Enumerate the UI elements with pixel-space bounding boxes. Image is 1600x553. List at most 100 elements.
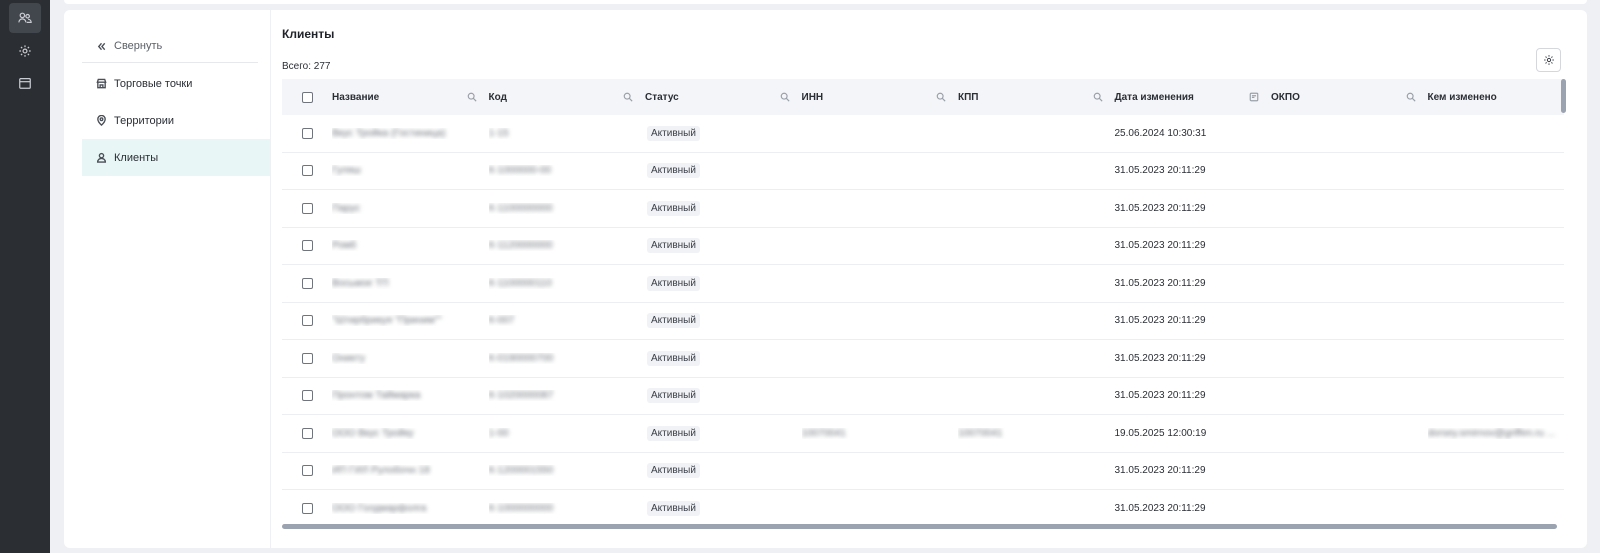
search-icon[interactable]: [1093, 92, 1103, 102]
cell-text: ООО Вкус Тройку: [332, 427, 414, 439]
row-select-cell: [282, 240, 332, 252]
cell-code: К-0190000700: [489, 353, 646, 364]
cell-name: ООО Голдмарфолга: [332, 503, 489, 514]
row-checkbox[interactable]: [301, 202, 313, 214]
rail-settings-button[interactable]: [9, 36, 41, 66]
table-row[interactable]: Парус К-1100000000 Активный 31.05.2023 20:1…: [282, 190, 1564, 228]
status-badge: Активный: [647, 463, 700, 479]
cell-name: Вкус Тройка (Гостиница): [332, 128, 489, 139]
nav-item-territories[interactable]: Территории: [82, 102, 270, 139]
nav-item-clients[interactable]: Клиенты: [82, 139, 270, 176]
users-icon: [18, 12, 32, 23]
table-row[interactable]: Вкус Тройка (Гостиница) 1-15 Активный 25.06…: [282, 115, 1564, 153]
cell-code: К-1000000-00: [489, 165, 646, 176]
cell-name: "Штирбрикуя "Приним"": [332, 315, 489, 326]
cell-text: Восьмое ТП: [332, 277, 389, 289]
row-checkbox[interactable]: [301, 427, 313, 439]
cell-text: Оникту: [332, 352, 366, 364]
cell-inn: 10070041: [802, 428, 959, 439]
column-header-status[interactable]: Статус: [645, 92, 802, 103]
row-checkbox[interactable]: [301, 240, 313, 252]
nav-item-label: Территории: [114, 114, 175, 127]
calendar-filter-icon[interactable]: [1249, 92, 1259, 102]
row-checkbox[interactable]: [301, 390, 313, 402]
clients-table: Название Код Статус ИНН КПП Дата изменен…: [282, 79, 1564, 526]
table-row[interactable]: ООО Голдмарфолга К-1000000000 Активный 31.0…: [282, 490, 1564, 526]
select-all-checkbox[interactable]: [301, 91, 313, 103]
cell-code: К-1100000110: [489, 278, 646, 289]
column-header-modified-by[interactable]: Кем изменено: [1428, 92, 1564, 103]
cell-date: 31.05.2023 20:11:29: [1115, 203, 1272, 214]
status-badge: Активный: [647, 350, 700, 366]
status-badge: Активный: [647, 500, 700, 516]
cell-text: К-1000000000: [488, 502, 554, 514]
cell-text: 19.05.2025 12:00:19: [1114, 427, 1207, 439]
cell-text: 1-15: [488, 127, 509, 139]
table-row[interactable]: ООО Вкус Тройку 1-00 Активный 10070041 10070…: [282, 415, 1564, 453]
row-select-cell: [282, 165, 332, 177]
search-icon[interactable]: [936, 92, 946, 102]
row-select-cell: [282, 277, 332, 289]
table-row[interactable]: Оникту К-0190000700 Активный 31.05.2023 20:…: [282, 340, 1564, 378]
rail-users-button[interactable]: [9, 3, 41, 33]
table-row[interactable]: ИП ГИЛ Рулобочн 18 К-1200001550 Активный 31…: [282, 453, 1564, 490]
column-header-modified-date[interactable]: Дата изменения: [1115, 92, 1272, 103]
cell-kpp: 10070041: [958, 428, 1115, 439]
total-count: Всего: 277: [282, 61, 331, 72]
cell-code: К-1200001550: [489, 465, 646, 476]
row-select-cell: [282, 315, 332, 327]
cell-text: 10070041: [958, 427, 1003, 439]
cell-date: 31.05.2023 20:11:29: [1115, 353, 1272, 364]
row-checkbox[interactable]: [301, 165, 313, 177]
user-icon: [96, 152, 107, 163]
column-header-inn[interactable]: ИНН: [802, 92, 959, 103]
cell-text: dorsey.smirnov@griffen.ru ...: [1427, 427, 1556, 439]
cell-text: К-1200001550: [488, 465, 554, 477]
column-header-name[interactable]: Название: [332, 92, 489, 103]
table-row[interactable]: Гуляш К-1000000-00 Активный 31.05.2023 20:1…: [282, 153, 1564, 190]
cell-date: 25.06.2024 10:30:31: [1115, 128, 1272, 139]
table-row[interactable]: Пронтом Таймарка К-1020000087 Активный 31.0…: [282, 378, 1564, 415]
search-icon[interactable]: [467, 92, 477, 102]
table-row[interactable]: Ромб К-1120000000 Активный 31.05.2023 20:11…: [282, 228, 1564, 265]
row-checkbox[interactable]: [301, 352, 313, 364]
row-checkbox[interactable]: [301, 315, 313, 327]
row-checkbox[interactable]: [301, 277, 313, 289]
horizontal-scrollbar[interactable]: [282, 524, 1557, 529]
status-badge: Активный: [647, 163, 700, 179]
cell-name: Гуляш: [332, 165, 489, 176]
cell-code: К-1020000087: [489, 390, 646, 401]
table-settings-button[interactable]: [1536, 48, 1561, 72]
search-icon[interactable]: [780, 92, 790, 102]
store-icon: [96, 78, 107, 89]
collapse-button[interactable]: Свернуть: [82, 30, 258, 63]
cell-text: 31.05.2023 20:11:29: [1114, 277, 1206, 289]
table-row[interactable]: "Штирбрикуя "Приним"" К-007 Активный 31.05.…: [282, 303, 1564, 340]
cell-date: 31.05.2023 20:11:29: [1115, 465, 1272, 476]
nav-item-stores[interactable]: Торговые точки: [82, 65, 270, 102]
rail-calendar-button[interactable]: [9, 68, 41, 98]
row-checkbox[interactable]: [301, 465, 313, 477]
column-header-code[interactable]: Код: [489, 92, 646, 103]
cell-status: Активный: [645, 388, 802, 404]
search-icon[interactable]: [1406, 92, 1416, 102]
status-badge: Активный: [647, 313, 700, 329]
cell-status: Активный: [645, 125, 802, 141]
cell-code: 1-15: [489, 128, 646, 139]
cell-code: 1-00: [489, 428, 646, 439]
search-icon[interactable]: [623, 92, 633, 102]
cell-name: Ромб: [332, 240, 489, 251]
status-badge: Активный: [647, 200, 700, 216]
table-row[interactable]: Восьмое ТП К-1100000110 Активный 31.05.2023…: [282, 265, 1564, 303]
cell-text: "Штирбрикуя "Приним"": [332, 315, 442, 327]
column-header-kpp[interactable]: КПП: [958, 92, 1115, 103]
cell-date: 31.05.2023 20:11:29: [1115, 503, 1272, 514]
vertical-scrollbar[interactable]: [1561, 79, 1566, 113]
row-checkbox[interactable]: [301, 127, 313, 139]
cell-text: ООО Голдмарфолга: [332, 502, 427, 514]
column-header-okpo[interactable]: ОКПО: [1271, 92, 1428, 103]
cell-text: 31.05.2023 20:11:29: [1114, 465, 1206, 477]
row-checkbox[interactable]: [301, 502, 313, 514]
row-select-cell: [282, 390, 332, 402]
status-badge: Активный: [647, 388, 700, 404]
